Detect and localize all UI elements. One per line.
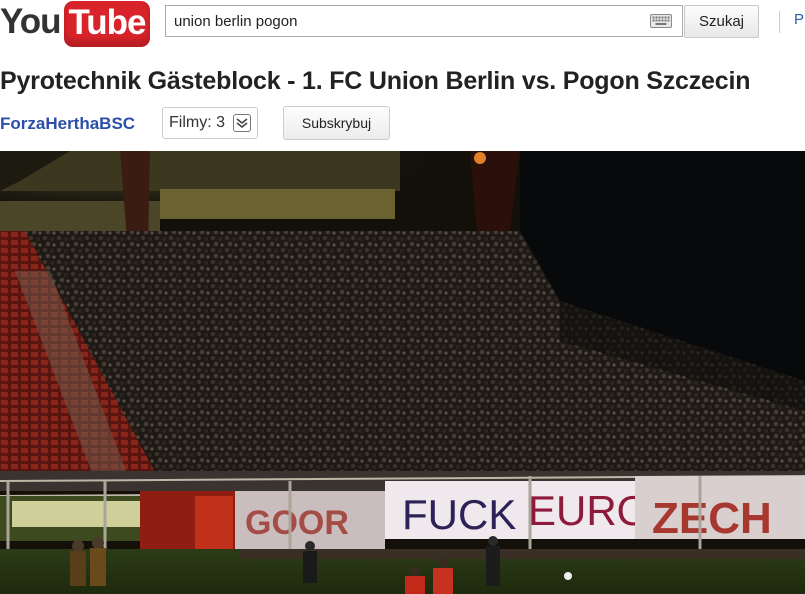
channel-name-link[interactable]: ForzaHerthaBSC xyxy=(0,114,135,134)
subscribe-button[interactable]: Subskrybuj xyxy=(283,106,390,140)
banner-text-fuck: FUCK xyxy=(402,491,516,538)
video-title: Pyrotechnik Gästeblock - 1. FC Union Ber… xyxy=(0,67,751,95)
video-frame-image: GOOR FUCK EURO ZECH xyxy=(0,151,805,594)
youtube-logo[interactable]: You Tube xyxy=(0,0,150,48)
channel-videos-count[interactable]: Filmy: 3 xyxy=(162,107,258,139)
keyboard-icon[interactable] xyxy=(650,14,672,28)
video-player[interactable]: GOOR FUCK EURO ZECH xyxy=(0,151,805,594)
header-divider xyxy=(779,11,780,33)
banner-text-goor: GOOR xyxy=(245,504,349,542)
logo-you-text: You xyxy=(0,2,62,41)
banner-text-euro: EURO xyxy=(528,487,649,534)
search-button[interactable]: Szukaj xyxy=(684,5,759,38)
logo-tube-text: Tube xyxy=(63,1,150,47)
search-input[interactable] xyxy=(174,6,634,36)
videos-count-label: Filmy: 3 xyxy=(169,114,225,131)
chevron-down-icon[interactable] xyxy=(233,114,251,132)
search-box[interactable] xyxy=(165,5,683,37)
upload-link[interactable]: P xyxy=(794,11,804,28)
banner-text-zech: ZECH xyxy=(652,494,772,543)
masthead: You Tube Szukaj P xyxy=(0,0,805,50)
